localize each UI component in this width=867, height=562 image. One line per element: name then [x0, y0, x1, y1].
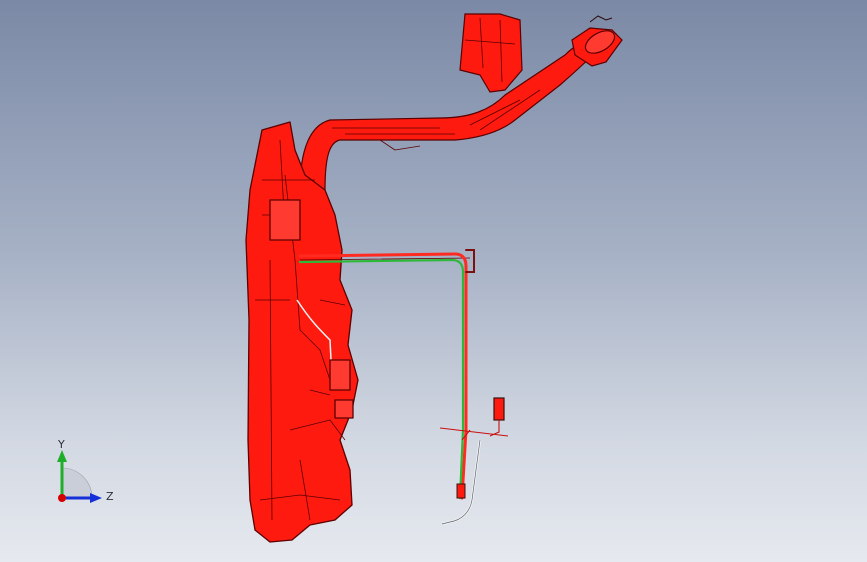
fuel-tank-assembly-model[interactable] — [0, 0, 867, 562]
view-orientation-quadrant-icon — [61, 467, 93, 499]
lower-hose-clip — [456, 483, 466, 499]
x-axis-arrow-icon — [58, 494, 66, 502]
filler-neck-pipe[interactable] — [299, 37, 603, 191]
coordinate-triad-icon: Y Z — [48, 438, 128, 508]
filler-housing-bracket[interactable] — [459, 13, 523, 93]
fuel-tank-body[interactable] — [245, 121, 471, 543]
sensor-connector[interactable] — [439, 397, 509, 441]
cad-graphics-viewport[interactable]: Y Z — [0, 0, 867, 562]
y-axis-label: Y — [58, 438, 65, 451]
filler-cap[interactable] — [571, 15, 623, 67]
z-axis-label: Z — [106, 490, 114, 503]
